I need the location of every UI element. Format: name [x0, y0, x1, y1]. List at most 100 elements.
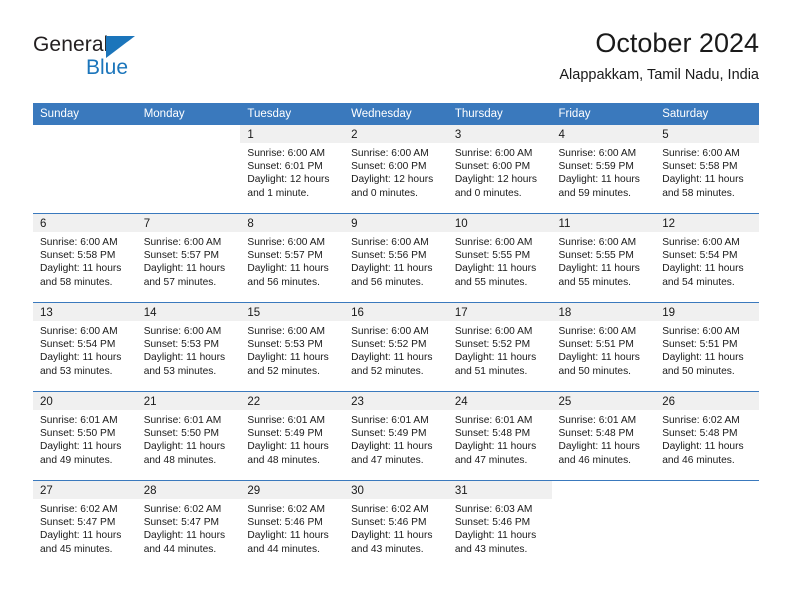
calendar-day-cell[interactable]: 16 Sunrise: 6:00 AM Sunset: 5:52 PM Dayligh…: [344, 302, 448, 392]
sunrise-text: Sunrise: 6:00 AM: [40, 326, 118, 337]
daylight-text-line2: and 56 minutes.: [247, 276, 320, 288]
day-cell[interactable]: 31 Sunrise: 6:03 AM Sunset: 5:46 PM Dayligh…: [447, 481, 552, 569]
page-header: General Blue October 2024 Alappakkam, Ta…: [33, 26, 759, 98]
day-cell[interactable]: 2 Sunrise: 6:00 AM Sunset: 6:00 PM Daylight…: [344, 125, 448, 213]
day-details: Sunrise: 6:00 AM Sunset: 5:55 PM Daylight:…: [448, 232, 552, 289]
calendar-day-cell[interactable]: [137, 125, 241, 214]
calendar-day-cell[interactable]: 21 Sunrise: 6:01 AM Sunset: 5:50 PM Dayligh…: [136, 391, 241, 481]
day-cell[interactable]: 16 Sunrise: 6:00 AM Sunset: 5:52 PM Dayligh…: [344, 303, 448, 391]
calendar-day-cell[interactable]: [33, 125, 137, 214]
day-cell[interactable]: 8 Sunrise: 6:00 AM Sunset: 5:57 PM Daylight…: [240, 214, 345, 302]
calendar-day-cell[interactable]: 22 Sunrise: 6:01 AM Sunset: 5:49 PM Dayligh…: [240, 391, 345, 481]
day-cell[interactable]: 4 Sunrise: 6:00 AM Sunset: 5:59 PM Daylight…: [551, 125, 656, 213]
day-number: [552, 481, 656, 499]
day-cell[interactable]: 7 Sunrise: 6:00 AM Sunset: 5:57 PM Daylight…: [136, 214, 241, 302]
calendar-day-cell[interactable]: 20 Sunrise: 6:01 AM Sunset: 5:50 PM Dayligh…: [33, 391, 137, 481]
day-cell[interactable]: 29 Sunrise: 6:02 AM Sunset: 5:46 PM Dayligh…: [240, 481, 345, 569]
sunrise-text: Sunrise: 6:00 AM: [454, 326, 533, 337]
daylight-text-line1: Daylight: 11 hours: [662, 174, 744, 186]
calendar-day-cell[interactable]: 12 Sunrise: 6:00 AM Sunset: 5:54 PM Dayligh…: [655, 213, 759, 303]
calendar-day-cell[interactable]: 30 Sunrise: 6:02 AM Sunset: 5:46 PM Dayligh…: [344, 480, 448, 569]
calendar-day-cell[interactable]: 13 Sunrise: 6:00 AM Sunset: 5:54 PM Dayligh…: [33, 302, 137, 392]
calendar-day-cell[interactable]: 17 Sunrise: 6:00 AM Sunset: 5:52 PM Dayligh…: [447, 302, 552, 392]
day-cell[interactable]: 23 Sunrise: 6:01 AM Sunset: 5:49 PM Dayligh…: [344, 392, 448, 480]
day-number: 25: [551, 392, 656, 410]
daylight-text-line1: Daylight: 11 hours: [351, 441, 433, 453]
day-cell[interactable]: 13 Sunrise: 6:00 AM Sunset: 5:54 PM Dayligh…: [33, 303, 137, 391]
calendar-day-cell[interactable]: 24 Sunrise: 6:01 AM Sunset: 5:48 PM Dayligh…: [447, 391, 552, 481]
sunrise-text: Sunrise: 6:00 AM: [662, 237, 740, 248]
daylight-text-line1: Daylight: 11 hours: [40, 263, 122, 275]
day-cell[interactable]: 14 Sunrise: 6:00 AM Sunset: 5:53 PM Dayligh…: [136, 303, 241, 391]
sunrise-text: Sunrise: 6:00 AM: [143, 237, 222, 248]
day-details: Sunrise: 6:02 AM Sunset: 5:48 PM Daylight:…: [655, 410, 759, 467]
calendar-day-cell[interactable]: 10 Sunrise: 6:00 AM Sunset: 5:55 PM Dayligh…: [447, 213, 552, 303]
calendar-day-cell[interactable]: 11 Sunrise: 6:00 AM Sunset: 5:55 PM Dayligh…: [551, 213, 656, 303]
sunrise-text: Sunrise: 6:00 AM: [662, 326, 740, 337]
calendar-day-cell[interactable]: 8 Sunrise: 6:00 AM Sunset: 5:57 PM Daylight…: [240, 213, 345, 303]
calendar-day-cell[interactable]: 23 Sunrise: 6:01 AM Sunset: 5:49 PM Dayligh…: [344, 391, 448, 481]
day-cell[interactable]: 1 Sunrise: 6:00 AM Sunset: 6:01 PM Daylight…: [240, 125, 345, 213]
calendar-day-cell[interactable]: 7 Sunrise: 6:00 AM Sunset: 5:57 PM Daylight…: [136, 213, 241, 303]
calendar-day-cell[interactable]: 1 Sunrise: 6:00 AM Sunset: 6:01 PM Daylight…: [240, 125, 345, 214]
day-details: Sunrise: 6:01 AM Sunset: 5:48 PM Daylight:…: [552, 410, 656, 467]
calendar-day-cell[interactable]: 15 Sunrise: 6:00 AM Sunset: 5:53 PM Dayligh…: [240, 302, 345, 392]
calendar-day-cell[interactable]: 2 Sunrise: 6:00 AM Sunset: 6:00 PM Daylight…: [344, 125, 448, 214]
brand-logo[interactable]: General Blue: [33, 32, 213, 88]
day-cell[interactable]: 21 Sunrise: 6:01 AM Sunset: 5:50 PM Dayligh…: [136, 392, 241, 480]
sunset-text: Sunset: 5:50 PM: [143, 428, 220, 440]
day-cell[interactable]: 20 Sunrise: 6:01 AM Sunset: 5:50 PM Dayligh…: [33, 392, 137, 480]
calendar-day-cell[interactable]: 26 Sunrise: 6:02 AM Sunset: 5:48 PM Dayligh…: [655, 391, 759, 481]
sunset-text: Sunset: 5:59 PM: [558, 161, 634, 173]
day-cell[interactable]: 19 Sunrise: 6:00 AM Sunset: 5:51 PM Dayligh…: [655, 303, 759, 391]
sunset-text: Sunset: 5:58 PM: [662, 161, 738, 173]
calendar-day-cell[interactable]: 4 Sunrise: 6:00 AM Sunset: 5:59 PM Daylight…: [551, 125, 656, 214]
sunrise-text: Sunrise: 6:00 AM: [351, 148, 429, 159]
sunrise-text: Sunrise: 6:00 AM: [454, 237, 533, 248]
day-cell[interactable]: 5 Sunrise: 6:00 AM Sunset: 5:58 PM Daylight…: [655, 125, 759, 213]
calendar-day-cell[interactable]: 5 Sunrise: 6:00 AM Sunset: 5:58 PM Daylight…: [655, 125, 759, 214]
day-cell[interactable]: 27 Sunrise: 6:02 AM Sunset: 5:47 PM Dayligh…: [33, 481, 137, 569]
day-cell[interactable]: 24 Sunrise: 6:01 AM Sunset: 5:48 PM Dayligh…: [447, 392, 552, 480]
daylight-text-line1: Daylight: 11 hours: [351, 530, 433, 542]
sunrise-text: Sunrise: 6:00 AM: [558, 326, 637, 337]
daylight-text-line2: and 55 minutes.: [558, 276, 632, 288]
day-cell[interactable]: 26 Sunrise: 6:02 AM Sunset: 5:48 PM Dayligh…: [655, 392, 759, 480]
sunrise-text: Sunrise: 6:02 AM: [247, 504, 325, 515]
calendar-day-cell[interactable]: 27 Sunrise: 6:02 AM Sunset: 5:47 PM Dayligh…: [33, 480, 137, 569]
day-cell[interactable]: 28 Sunrise: 6:02 AM Sunset: 5:47 PM Dayligh…: [136, 481, 241, 569]
calendar-day-cell[interactable]: 25 Sunrise: 6:01 AM Sunset: 5:48 PM Dayligh…: [551, 391, 656, 481]
sunrise-text: Sunrise: 6:01 AM: [247, 415, 325, 426]
calendar-day-cell[interactable]: 19 Sunrise: 6:00 AM Sunset: 5:51 PM Dayligh…: [655, 302, 759, 392]
sunset-text: Sunset: 5:46 PM: [247, 517, 323, 529]
day-cell[interactable]: 10 Sunrise: 6:00 AM Sunset: 5:55 PM Dayligh…: [447, 214, 552, 302]
day-cell[interactable]: 9 Sunrise: 6:00 AM Sunset: 5:56 PM Daylight…: [344, 214, 448, 302]
weekday-header-wednesday: Wednesday: [344, 103, 448, 125]
day-cell[interactable]: 17 Sunrise: 6:00 AM Sunset: 5:52 PM Dayligh…: [447, 303, 552, 391]
calendar-day-cell[interactable]: 6 Sunrise: 6:00 AM Sunset: 5:58 PM Daylight…: [33, 213, 137, 303]
calendar-day-cell[interactable]: 9 Sunrise: 6:00 AM Sunset: 5:56 PM Daylight…: [344, 213, 448, 303]
day-cell[interactable]: 18 Sunrise: 6:00 AM Sunset: 5:51 PM Dayligh…: [551, 303, 656, 391]
calendar-day-cell[interactable]: 14 Sunrise: 6:00 AM Sunset: 5:53 PM Dayligh…: [136, 302, 241, 392]
day-cell[interactable]: 15 Sunrise: 6:00 AM Sunset: 5:53 PM Dayligh…: [240, 303, 345, 391]
calendar-day-cell[interactable]: 28 Sunrise: 6:02 AM Sunset: 5:47 PM Dayligh…: [136, 480, 241, 569]
day-cell[interactable]: 11 Sunrise: 6:00 AM Sunset: 5:55 PM Dayligh…: [551, 214, 656, 302]
calendar-day-cell[interactable]: [551, 480, 656, 569]
day-number: 5: [655, 125, 759, 143]
daylight-text-line2: and 47 minutes.: [351, 454, 424, 466]
daylight-text-line1: Daylight: 11 hours: [247, 441, 329, 453]
day-details: Sunrise: 6:00 AM Sunset: 5:59 PM Daylight:…: [552, 143, 656, 200]
calendar-day-cell[interactable]: 31 Sunrise: 6:03 AM Sunset: 5:46 PM Dayligh…: [447, 480, 552, 569]
calendar-day-cell[interactable]: 29 Sunrise: 6:02 AM Sunset: 5:46 PM Dayligh…: [240, 480, 345, 569]
calendar-day-cell[interactable]: 18 Sunrise: 6:00 AM Sunset: 5:51 PM Dayligh…: [551, 302, 656, 392]
day-cell[interactable]: 30 Sunrise: 6:02 AM Sunset: 5:46 PM Dayligh…: [344, 481, 448, 569]
calendar-day-cell[interactable]: 3 Sunrise: 6:00 AM Sunset: 6:00 PM Daylight…: [447, 125, 552, 214]
day-cell[interactable]: 6 Sunrise: 6:00 AM Sunset: 5:58 PM Daylight…: [33, 214, 137, 302]
day-cell[interactable]: 12 Sunrise: 6:00 AM Sunset: 5:54 PM Dayligh…: [655, 214, 759, 302]
day-cell[interactable]: 25 Sunrise: 6:01 AM Sunset: 5:48 PM Dayligh…: [551, 392, 656, 480]
day-cell[interactable]: 3 Sunrise: 6:00 AM Sunset: 6:00 PM Daylight…: [447, 125, 552, 213]
calendar-day-cell[interactable]: [655, 480, 759, 569]
day-cell[interactable]: 22 Sunrise: 6:01 AM Sunset: 5:49 PM Dayligh…: [240, 392, 345, 480]
daylight-text-line1: Daylight: 11 hours: [40, 441, 122, 453]
daylight-text-line2: and 43 minutes.: [454, 543, 528, 555]
